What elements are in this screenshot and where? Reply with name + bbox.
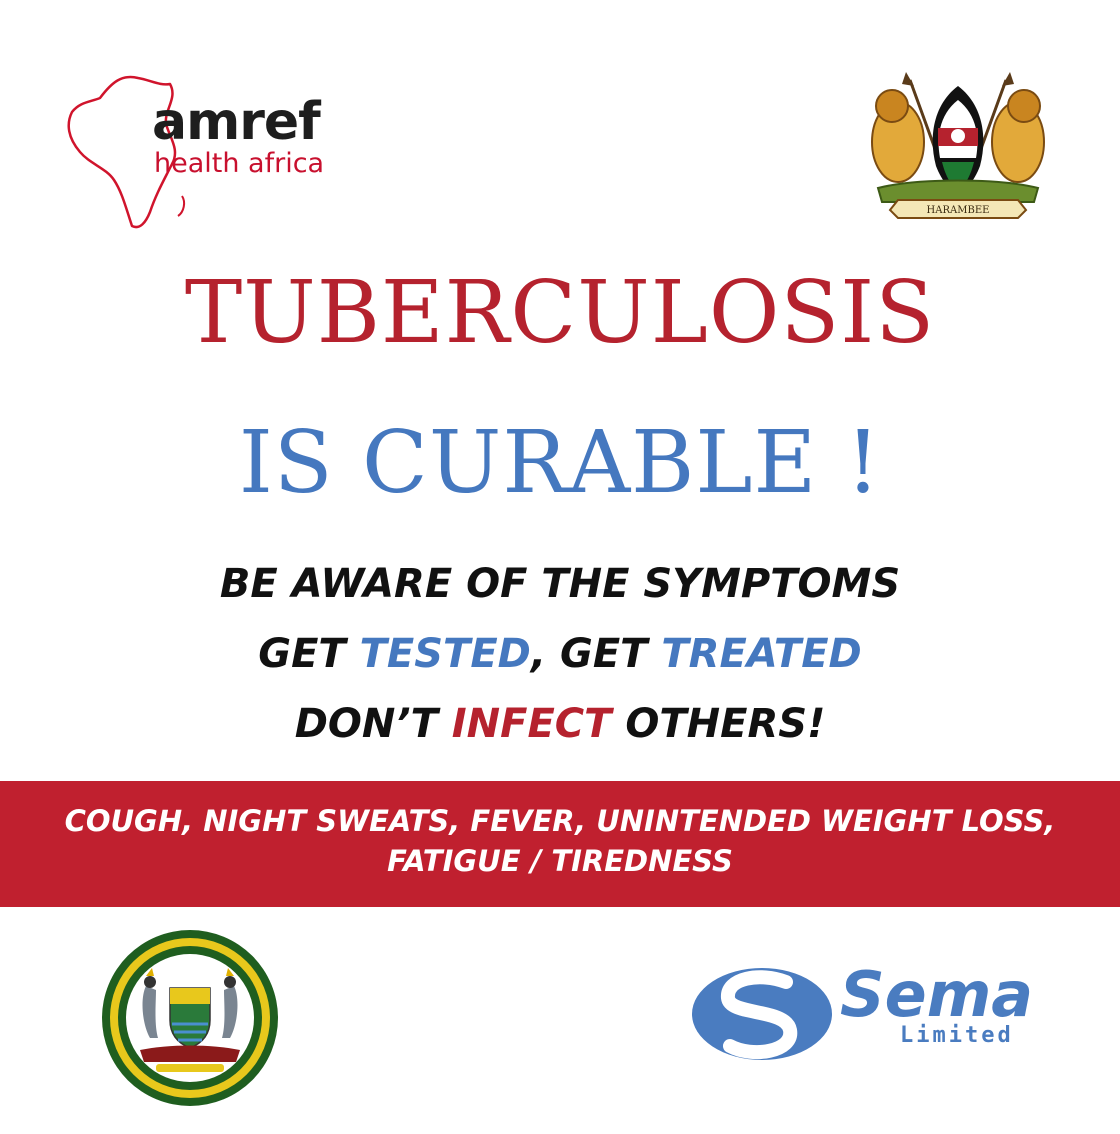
headline-tuberculosis: TUBERCULOSIS — [184, 263, 936, 363]
sema-logo-icon: Sema Limited — [692, 958, 1033, 1060]
county-seal — [100, 928, 280, 1108]
sema-limited-logo: Sema Limited — [690, 958, 1080, 1068]
sema-limited-text: Limited — [900, 1023, 1014, 1048]
symptoms-banner: COUGH, NIGHT SWEATS, FEVER, UNINTENDED W… — [0, 781, 1120, 907]
message-others: OTHERS! — [611, 701, 826, 747]
message-get-2: , GET — [530, 631, 662, 677]
message-dont: DON’T — [294, 701, 452, 747]
message-dont-infect: DON’T INFECT OTHERS! — [0, 704, 1120, 744]
harambee-motto: HARAMBEE — [927, 205, 990, 216]
amref-tagline: health africa — [154, 148, 325, 179]
message-get-1: GET — [258, 631, 360, 677]
message-tested: TESTED — [359, 631, 531, 677]
symptoms-line-2: FATIGUE / TIREDNESS — [387, 844, 733, 878]
county-seal-icon — [102, 930, 278, 1106]
message-infect: INFECT — [451, 701, 612, 747]
headline-is-curable: IS CURABLE ! — [238, 413, 882, 513]
kenya-coat-of-arms: HARAMBEE — [858, 70, 1058, 220]
amref-wordmark: amref — [152, 92, 321, 152]
message-treated: TREATED — [661, 631, 862, 677]
symptoms-line-1: COUGH, NIGHT SWEATS, FEVER, UNINTENDED W… — [64, 804, 1056, 838]
message-get-tested: GET TESTED, GET TREATED — [0, 634, 1120, 674]
message-be-aware: BE AWARE OF THE SYMPTOMS — [219, 561, 901, 607]
coat-of-arms-icon: HARAMBEE — [871, 72, 1045, 219]
sema-wordmark: Sema — [840, 958, 1033, 1031]
amref-logo: amref health africa — [60, 68, 360, 238]
